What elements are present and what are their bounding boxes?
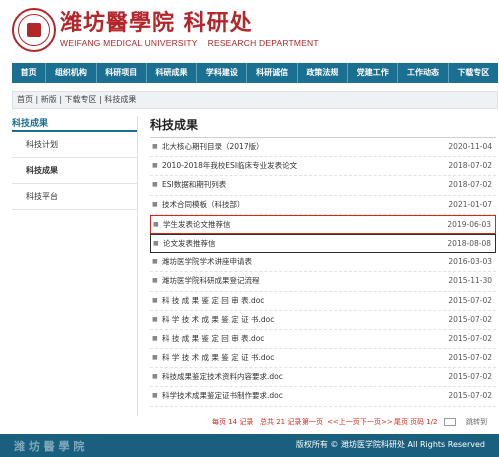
nav-item-home[interactable]: 首页 xyxy=(12,63,45,83)
pager-last[interactable]: 尾页 xyxy=(394,415,408,429)
pager-jump-input[interactable] xyxy=(444,418,456,426)
main-content: 科技成果 ■ 北大核心期刊目录（2017版） 2020-11-04 ■ 2010-201… xyxy=(150,116,496,407)
list-item[interactable]: ■ 潍坊医学院学术讲座申请表 2016-03-03 xyxy=(150,253,496,273)
pager-next[interactable]: 下一页>> xyxy=(360,415,393,429)
footer-logo: 潍 坊 醫 學 院 xyxy=(14,440,85,453)
list-item-title[interactable]: 科 技 成 果 鉴 定 回 审 表.doc xyxy=(162,292,264,310)
bullet-icon: ■ xyxy=(152,143,158,150)
sidebar-item-platforms[interactable]: 科技平台 xyxy=(12,184,137,210)
pager-jump-button[interactable]: 跳转到 xyxy=(466,415,487,429)
list-item-date: 2015-07-02 xyxy=(448,333,492,343)
list-item[interactable]: ■ 学生发表论文推荐信 2019-06-03 xyxy=(150,214,496,234)
list-item-date: 2019-06-03 xyxy=(447,219,491,229)
site-footer: 潍 坊 醫 學 院 版权所有 © 潍坊医学院科研处 All Rights Res… xyxy=(0,434,499,457)
list-item-title[interactable]: 学生发表论文推荐信 xyxy=(163,216,231,234)
pager-per-page: 每页 14 记录 xyxy=(212,418,254,426)
university-seal-icon[interactable] xyxy=(12,8,56,52)
list-item-title[interactable]: 科技成果鉴定技术资料内容要求.doc xyxy=(162,368,283,386)
list-item-date: 2015-07-02 xyxy=(448,391,492,401)
list-item[interactable]: ■ 科学技术成果鉴定证书制作要求.doc 2015-07-02 xyxy=(150,387,496,407)
list-item-title[interactable]: 潍坊医学院科研成果登记流程 xyxy=(162,272,260,290)
sidebar-item-plans[interactable]: 科技计划 xyxy=(12,132,137,158)
list-item[interactable]: ■ 论文发表推荐信 2018-08-08 xyxy=(150,233,496,254)
list-item[interactable]: ■ 科 学 技 术 成 果 鉴 定 证 书.doc 2015-07-02 xyxy=(150,311,496,330)
nav-item-achievements[interactable]: 科研成果 xyxy=(147,63,196,83)
list-item-title[interactable]: 科 学 技 术 成 果 鉴 定 证 书.doc xyxy=(162,349,274,367)
bullet-icon: ■ xyxy=(153,239,159,247)
list-item-date: 2015-07-02 xyxy=(448,353,492,363)
department-name-en: RESEARCH DEPARTMENT xyxy=(207,38,319,48)
main-nav: 首页 组织机构 科研项目 科研成果 学科建设 科研诚信 政策法规 党建工作 工作… xyxy=(12,63,498,83)
sidebar-divider xyxy=(137,116,138,416)
sidebar: 科技成果 科技计划 科技成果 科技平台 xyxy=(12,116,137,416)
list-item-title[interactable]: 科学技术成果鉴定证书制作要求.doc xyxy=(162,387,283,405)
pager-prev[interactable]: <<上一页 xyxy=(327,415,360,429)
list-item-date: 2015-11-30 xyxy=(448,276,492,286)
nav-item-organization[interactable]: 组织机构 xyxy=(46,63,95,83)
pager-total-records: 总共 21 记录 xyxy=(260,418,302,426)
nav-item-integrity[interactable]: 科研诚信 xyxy=(247,63,296,83)
list-item[interactable]: ■ 科 技 成 果 鉴 定 回 审 表.doc 2015-07-02 xyxy=(150,292,496,311)
sidebar-title: 科技成果 xyxy=(12,116,137,132)
list-item-title[interactable]: 科 技 成 果 鉴 定 回 审 表.doc xyxy=(162,330,264,348)
list-item-date: 2021-01-07 xyxy=(448,199,492,209)
page-title: 科技成果 xyxy=(150,116,496,138)
list-item-title[interactable]: 科 学 技 术 成 果 鉴 定 证 书.doc xyxy=(162,311,274,329)
list-item-date: 2018-07-02 xyxy=(448,161,492,171)
list-item-title[interactable]: 论文发表推荐信 xyxy=(163,235,216,253)
list-item-title[interactable]: 北大核心期刊目录（2017版） xyxy=(162,138,264,156)
nav-item-party[interactable]: 党建工作 xyxy=(348,63,397,83)
file-list: ■ 北大核心期刊目录（2017版） 2020-11-04 ■ 2010-2018年我校E… xyxy=(150,138,496,407)
nav-item-downloads[interactable]: 下载专区 xyxy=(449,63,498,83)
pagination: 每页 14 记录 总共 21 记录 第一页 <<上一页 下一页>> 尾页 页码 … xyxy=(150,415,496,429)
list-item[interactable]: ■ 潍坊医学院科研成果登记流程 2015-11-30 xyxy=(150,272,496,292)
bullet-icon: ■ xyxy=(153,220,159,228)
nav-item-disciplines[interactable]: 学科建设 xyxy=(197,63,246,83)
nav-item-projects[interactable]: 科研项目 xyxy=(97,63,146,83)
footer-copyright: 版权所有 © 潍坊医学院科研处 All Rights Reserved xyxy=(295,440,485,449)
bullet-icon: ■ xyxy=(152,392,158,400)
list-item-date: 2015-07-02 xyxy=(448,314,492,324)
pager-page-number: 页码 1/2 xyxy=(410,418,438,426)
bullet-icon: ■ xyxy=(152,296,158,304)
list-item[interactable]: ■ 北大核心期刊目录（2017版） 2020-11-04 xyxy=(150,138,496,158)
nav-item-policies[interactable]: 政策法规 xyxy=(298,63,347,83)
list-item-date: 2018-08-08 xyxy=(447,238,491,248)
bullet-icon: ■ xyxy=(152,373,158,381)
nav-item-news[interactable]: 工作动态 xyxy=(398,63,447,83)
bullet-icon: ■ xyxy=(152,200,158,208)
list-item-date: 2016-03-03 xyxy=(448,257,492,267)
list-item[interactable]: ■ 科 学 技 术 成 果 鉴 定 证 书.doc 2015-07-02 xyxy=(150,349,496,369)
list-item-title[interactable]: 潍坊医学院学术讲座申请表 xyxy=(162,253,252,271)
list-item-date: 2015-07-02 xyxy=(448,372,492,382)
list-item[interactable]: ■ 科技成果鉴定技术资料内容要求.doc 2015-07-02 xyxy=(150,368,496,388)
list-item[interactable]: ■ 2010-2018年我校ESI临床专业发表论文 2018-07-02 xyxy=(150,157,496,177)
bullet-icon: ■ xyxy=(152,334,158,342)
bullet-icon: ■ xyxy=(152,277,158,285)
breadcrumb: 首页 | 新版 | 下载专区 | 科技成果 xyxy=(12,91,498,109)
list-item-title[interactable]: 技术合同模板（科技部） xyxy=(162,196,245,214)
bullet-icon: ■ xyxy=(152,354,158,362)
list-item-date: 2018-07-02 xyxy=(448,180,492,190)
list-item-date: 2015-07-02 xyxy=(448,295,492,305)
breadcrumb-text[interactable]: 首页 | 新版 | 下载专区 | 科技成果 xyxy=(13,92,497,108)
list-item[interactable]: ■ 科 技 成 果 鉴 定 回 审 表.doc 2015-07-02 xyxy=(150,330,496,350)
university-name-en: WEIFANG MEDICAL UNIVERSITY xyxy=(60,38,198,48)
site-header: 潍坊醫學院 科研处 WEIFANG MEDICAL UNIVERSITY RESE… xyxy=(0,0,499,62)
bullet-icon: ■ xyxy=(152,162,158,170)
bullet-icon: ■ xyxy=(152,258,158,266)
list-item[interactable]: ■ 技术合同模板（科技部） 2021-01-07 xyxy=(150,196,496,215)
sidebar-item-achievements[interactable]: 科技成果 xyxy=(12,158,137,184)
site-brand[interactable]: 潍坊醫學院 科研处 WEIFANG MEDICAL UNIVERSITY RESE… xyxy=(60,10,329,48)
list-item-title[interactable]: 2010-2018年我校ESI临床专业发表论文 xyxy=(162,157,297,175)
list-item-date: 2020-11-04 xyxy=(448,142,492,151)
list-item-title[interactable]: ESI数据和期刊列表 xyxy=(162,176,226,194)
list-item[interactable]: ■ ESI数据和期刊列表 2018-07-02 xyxy=(150,176,496,196)
bullet-icon: ■ xyxy=(152,181,158,189)
bullet-icon: ■ xyxy=(152,315,158,323)
site-title: 潍坊醫學院 科研处 xyxy=(60,10,253,36)
pager-first[interactable]: 第一页 xyxy=(302,415,323,429)
